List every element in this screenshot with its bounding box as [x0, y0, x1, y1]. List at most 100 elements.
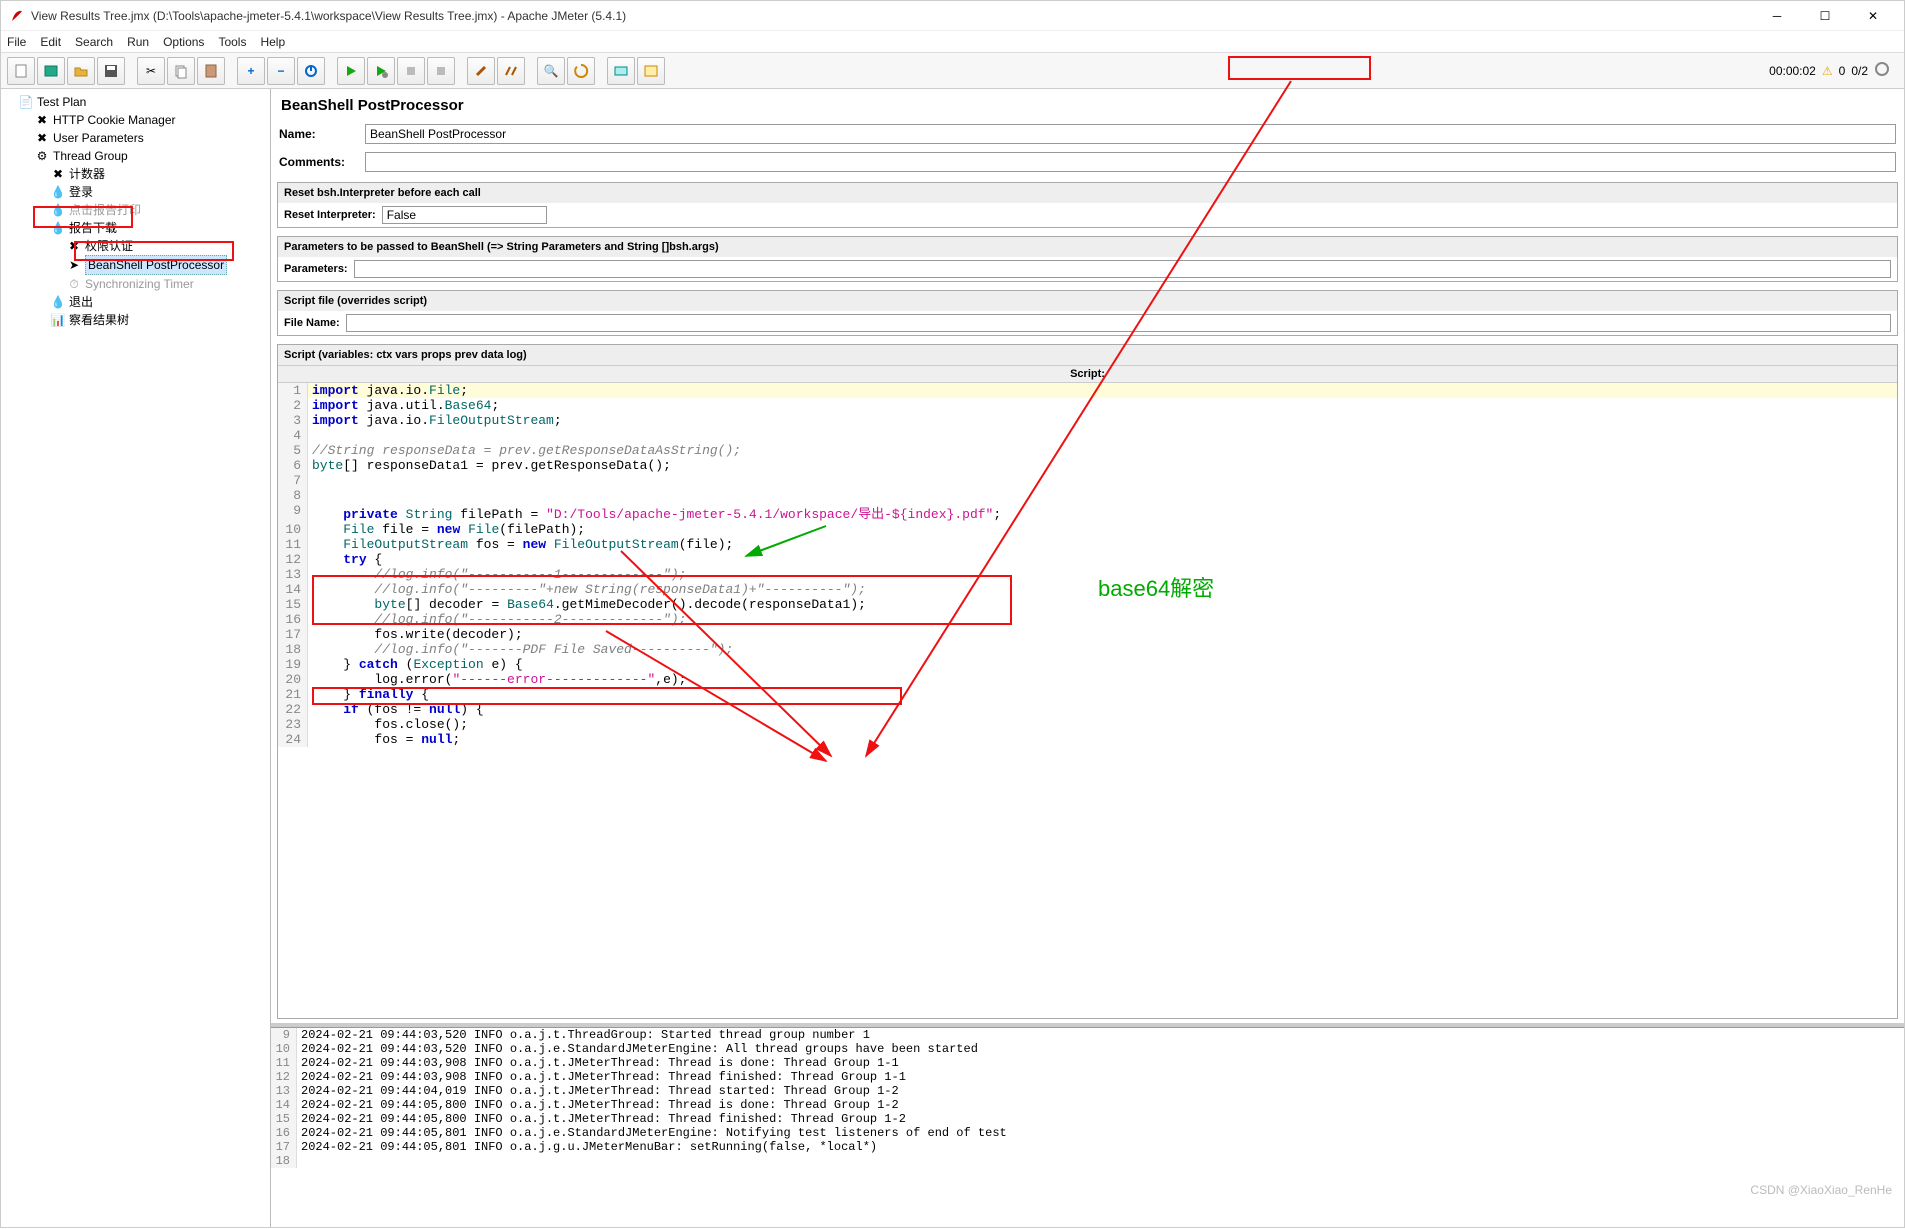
cut-button[interactable]: ✂ [137, 57, 165, 85]
code-line[interactable]: 1import java.io.File; [278, 383, 1897, 398]
toolbar: ✂ + − 🔍 00:00:02 ⚠ 0 0/2 [1, 53, 1904, 89]
test-plan-tree[interactable]: 📄Test Plan ✖HTTP Cookie Manager ✖User Pa… [1, 89, 271, 1227]
code-line[interactable]: 21 } finally { [278, 687, 1897, 702]
code-line[interactable]: 12 try { [278, 552, 1897, 567]
menu-file[interactable]: File [7, 35, 26, 49]
tree-click-report[interactable]: 💧点击报告打印 [51, 201, 268, 219]
params-input[interactable] [354, 260, 1891, 278]
menu-run[interactable]: Run [127, 35, 149, 49]
log-line: 122024-02-21 09:44:03,908 INFO o.a.j.t.J… [271, 1070, 1904, 1084]
elapsed-time: 00:00:02 [1769, 64, 1816, 78]
log-line: 102024-02-21 09:44:03,520 INFO o.a.j.e.S… [271, 1042, 1904, 1056]
code-line[interactable]: 11 FileOutputStream fos = new FileOutput… [278, 537, 1897, 552]
function-helper-button[interactable] [607, 57, 635, 85]
log-panel[interactable]: 92024-02-21 09:44:03,520 INFO o.a.j.t.Th… [271, 1027, 1904, 1227]
script-editor[interactable]: 1import java.io.File;2import java.util.B… [278, 383, 1897, 1018]
reset-input[interactable] [382, 206, 547, 224]
reset-section-title: Reset bsh.Interpreter before each call [278, 183, 1897, 203]
search-button[interactable]: 🔍 [537, 57, 565, 85]
start-button[interactable] [337, 57, 365, 85]
menubar: File Edit Search Run Options Tools Help [1, 31, 1904, 53]
params-label: Parameters: [284, 263, 348, 275]
params-section-title: Parameters to be passed to BeanShell (=>… [278, 237, 1897, 257]
titlebar: View Results Tree.jmx (D:\Tools\apache-j… [1, 1, 1904, 31]
code-line[interactable]: 20 log.error("------error-------------",… [278, 672, 1897, 687]
reset-search-button[interactable] [567, 57, 595, 85]
start-notimers-button[interactable] [367, 57, 395, 85]
templates-button[interactable] [37, 57, 65, 85]
code-line[interactable]: 16 //log.info("-----------2-------------… [278, 612, 1897, 627]
save-button[interactable] [97, 57, 125, 85]
watermark: CSDN @XiaoXiao_RenHe [1750, 1183, 1892, 1197]
code-line[interactable]: 10 File file = new File(filePath); [278, 522, 1897, 537]
error-count: 0 [1839, 64, 1846, 78]
code-line[interactable]: 23 fos.close(); [278, 717, 1897, 732]
new-button[interactable] [7, 57, 35, 85]
tree-login[interactable]: 💧登录 [51, 183, 268, 201]
minimize-button[interactable]: ─ [1754, 2, 1800, 30]
code-line[interactable]: 13 //log.info("-----------1-------------… [278, 567, 1897, 582]
code-line[interactable]: 18 //log.info("-------PDF File Saved----… [278, 642, 1897, 657]
log-line: 92024-02-21 09:44:03,520 INFO o.a.j.t.Th… [271, 1028, 1904, 1042]
menu-edit[interactable]: Edit [40, 35, 61, 49]
code-line[interactable]: 2import java.util.Base64; [278, 398, 1897, 413]
tree-thread-group[interactable]: ⚙Thread Group [35, 147, 268, 165]
tree-counter[interactable]: ✖计数器 [51, 165, 268, 183]
code-line[interactable]: 8 [278, 488, 1897, 503]
code-line[interactable]: 3import java.io.FileOutputStream; [278, 413, 1897, 428]
code-line[interactable]: 14 //log.info("---------"+new String(res… [278, 582, 1897, 597]
tree-user-parameters[interactable]: ✖User Parameters [35, 129, 268, 147]
stop-button[interactable] [397, 57, 425, 85]
expand-button[interactable]: + [237, 57, 265, 85]
log-line: 172024-02-21 09:44:05,801 INFO o.a.j.g.u… [271, 1140, 1904, 1154]
toggle-button[interactable] [297, 57, 325, 85]
name-input[interactable] [365, 124, 1896, 144]
help-button[interactable] [637, 57, 665, 85]
warning-icon[interactable]: ⚠ [1822, 64, 1833, 78]
code-line[interactable]: 22 if (fos != null) { [278, 702, 1897, 717]
tree-report-download[interactable]: 💧报告下载 [51, 219, 268, 237]
clear-button[interactable] [467, 57, 495, 85]
comments-label: Comments: [279, 155, 359, 169]
menu-tools[interactable]: Tools [218, 35, 246, 49]
clear-all-button[interactable] [497, 57, 525, 85]
app-icon [9, 8, 25, 24]
threads-icon [1874, 61, 1890, 80]
filename-input[interactable] [346, 314, 1891, 332]
code-line[interactable]: 17 fos.write(decoder); [278, 627, 1897, 642]
reset-label: Reset Interpreter: [284, 209, 376, 221]
menu-search[interactable]: Search [75, 35, 113, 49]
code-line[interactable]: 4 [278, 428, 1897, 443]
annotation-label-base64: base64解密 [1098, 571, 1214, 603]
code-line[interactable]: 15 byte[] decoder = Base64.getMimeDecode… [278, 597, 1897, 612]
tree-sync-timer[interactable]: ⏱Synchronizing Timer [67, 275, 268, 293]
code-line[interactable]: 5//String responseData = prev.getRespons… [278, 443, 1897, 458]
open-button[interactable] [67, 57, 95, 85]
scriptfile-section-title: Script file (overrides script) [278, 291, 1897, 311]
collapse-button[interactable]: − [267, 57, 295, 85]
script-label: Script: [278, 365, 1897, 383]
tree-beanshell-postprocessor[interactable]: ➤BeanShell PostProcessor [67, 255, 268, 275]
code-line[interactable]: 19 } catch (Exception e) { [278, 657, 1897, 672]
close-button[interactable]: ✕ [1850, 2, 1896, 30]
paste-button[interactable] [197, 57, 225, 85]
tree-logout[interactable]: 💧退出 [51, 293, 268, 311]
tree-cookie-manager[interactable]: ✖HTTP Cookie Manager [35, 111, 268, 129]
log-line: 112024-02-21 09:44:03,908 INFO o.a.j.t.J… [271, 1056, 1904, 1070]
code-line[interactable]: 6byte[] responseData1 = prev.getResponse… [278, 458, 1897, 473]
thread-count: 0/2 [1851, 64, 1868, 78]
code-line[interactable]: 7 [278, 473, 1897, 488]
menu-help[interactable]: Help [260, 35, 285, 49]
tree-view-results[interactable]: 📊察看结果树 [51, 311, 268, 329]
code-line[interactable]: 24 fos = null; [278, 732, 1897, 747]
comments-input[interactable] [365, 152, 1896, 172]
tree-test-plan[interactable]: 📄Test Plan [19, 93, 268, 111]
shutdown-button[interactable] [427, 57, 455, 85]
tree-auth[interactable]: ✖权限认证 [67, 237, 268, 255]
log-line: 18 [271, 1154, 1904, 1168]
code-line[interactable]: 9 private String filePath = "D:/Tools/ap… [278, 503, 1897, 522]
menu-options[interactable]: Options [163, 35, 204, 49]
filename-label: File Name: [284, 317, 340, 329]
maximize-button[interactable]: ☐ [1802, 2, 1848, 30]
copy-button[interactable] [167, 57, 195, 85]
